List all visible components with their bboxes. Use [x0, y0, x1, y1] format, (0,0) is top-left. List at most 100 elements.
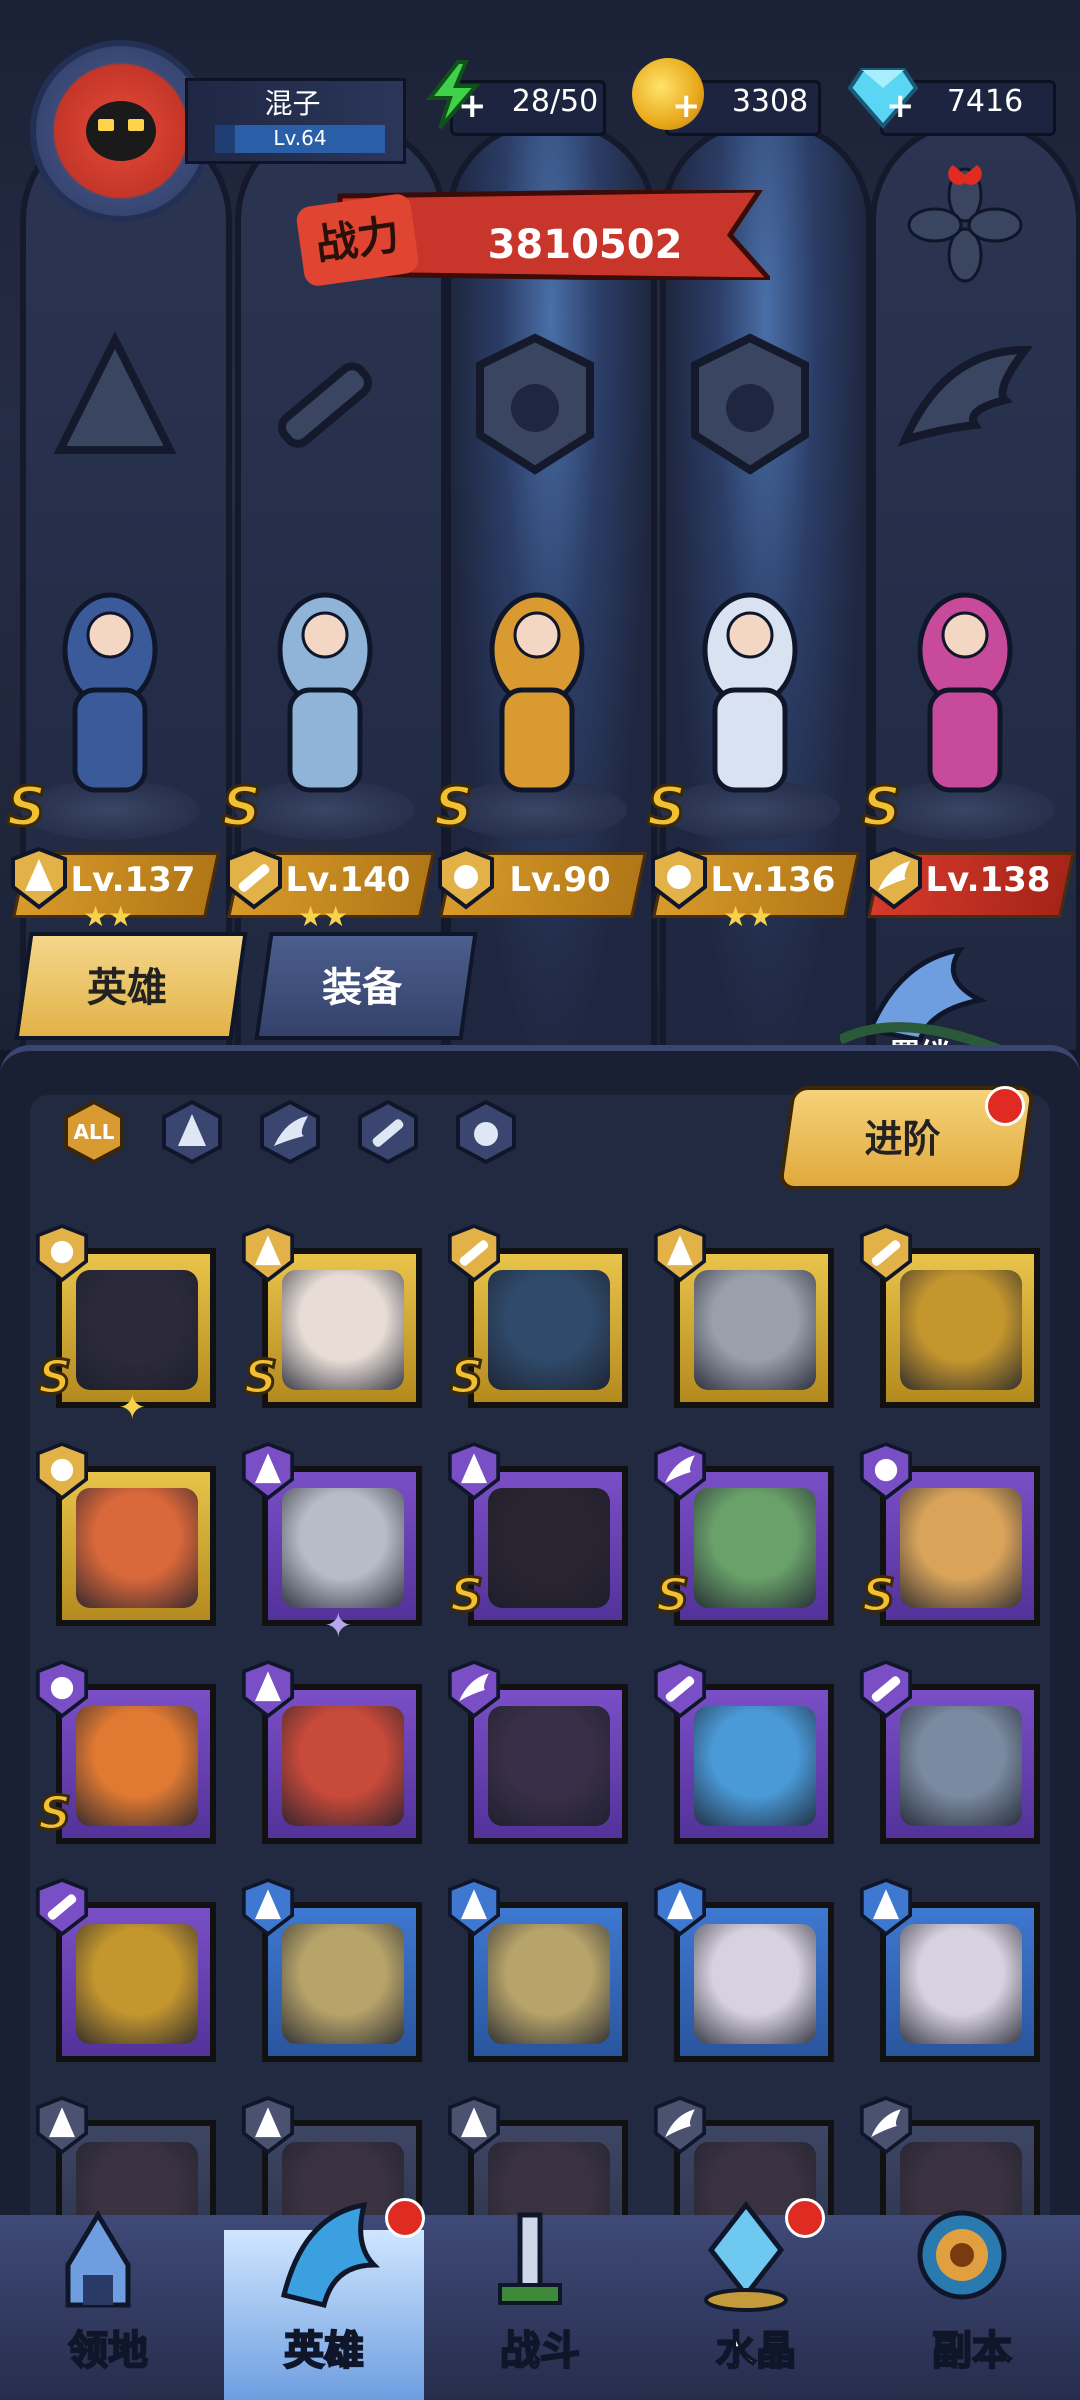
- hero-rank: S: [6, 774, 48, 840]
- hero-portrait: [488, 1924, 610, 2044]
- hero-star: ✦: [118, 1388, 147, 1428]
- gold-plus-icon[interactable]: +: [672, 86, 701, 126]
- lineup-hero-mech-spider[interactable]: [235, 540, 415, 810]
- hero-star: ✦: [324, 1606, 353, 1646]
- hero-class-beast-icon: [36, 1224, 88, 1283]
- hero-portrait: [76, 1706, 198, 1826]
- hero-level: Lv.90: [509, 860, 611, 900]
- energy-plus-icon[interactable]: +: [458, 86, 487, 126]
- hero-portrait: [282, 1488, 404, 1608]
- hero-class-mage-icon: [860, 1878, 912, 1937]
- hero-level: Lv.138: [925, 860, 1051, 900]
- hero-class-beast-icon: [36, 1660, 88, 1719]
- hero-class-beast-icon: [860, 1442, 912, 1501]
- lineup-hero-crane-lady[interactable]: [660, 540, 840, 810]
- hero-class-mage-icon: [242, 1878, 294, 1937]
- hero-class-mech-icon: [448, 1224, 500, 1283]
- nav-label: 领地: [67, 2327, 149, 2375]
- hero-class-mage-icon: [654, 1878, 706, 1937]
- hero-portrait: [282, 1270, 404, 1390]
- hero-rank: S: [36, 1785, 72, 1842]
- nav-label: 英雄: [283, 2327, 365, 2375]
- hero-portrait: [488, 1270, 610, 1390]
- gold-value: 3308: [731, 84, 809, 119]
- wing-emblem-icon: [897, 345, 1034, 447]
- power-value: 3810502: [487, 222, 683, 268]
- nav-label: 水晶: [715, 2327, 797, 2375]
- lineup-hero-cat-shaman[interactable]: [447, 540, 627, 810]
- heart-flower-icon[interactable]: [905, 165, 1025, 285]
- castle-icon: [65, 2210, 131, 2308]
- hero-class-mech-icon: [654, 1660, 706, 1719]
- filter-mage[interactable]: [160, 1099, 224, 1165]
- hero-portrait: [488, 1488, 610, 1608]
- lineup-hero-succubus[interactable]: [875, 540, 1055, 810]
- hero-class-mech-icon: [226, 845, 282, 911]
- diamond-plus-icon[interactable]: +: [886, 86, 915, 126]
- hero-portrait: [694, 1488, 816, 1608]
- hero-rank: S: [654, 1567, 690, 1624]
- hero-class-mage-icon: [448, 1442, 500, 1501]
- hero-class-mech-icon: [860, 1224, 912, 1283]
- hero-class-mage-icon: [448, 1878, 500, 1937]
- hero-class-wing-icon: [860, 2096, 912, 2155]
- filter-wing[interactable]: [258, 1099, 322, 1165]
- hero-level: Lv.136: [710, 860, 836, 900]
- filter-all[interactable]: ALL: [62, 1099, 126, 1165]
- hero-class-mage-icon: [242, 1224, 294, 1283]
- hero-stars: ★★: [723, 900, 774, 933]
- hero-portrait: [282, 1706, 404, 1826]
- hero-level: Lv.140: [285, 860, 411, 900]
- battle-sword-icon: [498, 2212, 562, 2305]
- power-label: 战力: [294, 192, 421, 288]
- hero-rank: S: [221, 774, 263, 840]
- advance-notification-dot: [985, 1086, 1025, 1126]
- hero-level: Lv.137: [70, 860, 196, 900]
- advance-label: 进阶: [864, 1117, 941, 1161]
- player-level: Lv.64: [273, 126, 327, 150]
- hero-portrait: [694, 1706, 816, 1826]
- filter-all-label: ALL: [73, 1120, 115, 1144]
- hero-class-wing-icon: [654, 2096, 706, 2155]
- hero-portrait: [76, 1924, 198, 2044]
- nav-label: 副本: [931, 2327, 1013, 2375]
- hero-rank: S: [861, 774, 903, 840]
- hero-rank: S: [448, 1567, 484, 1624]
- heroes-nav-notification-dot: [385, 2198, 425, 2238]
- mage-hat-emblem-icon: [53, 331, 177, 454]
- hero-class-mage-icon: [654, 1224, 706, 1283]
- hero-portrait: [900, 1488, 1022, 1608]
- tab-equipment-label: 装备: [322, 965, 402, 1011]
- hero-portrait: [282, 1924, 404, 2044]
- hero-rank: S: [36, 1349, 72, 1406]
- beast-claw-emblem-icon: [691, 333, 809, 475]
- hero-class-mech-icon: [860, 1660, 912, 1719]
- lineup-hero-card-magician[interactable]: [20, 540, 200, 810]
- hero-class-mage-icon: [242, 1442, 294, 1501]
- hero-portrait: [900, 1924, 1022, 2044]
- energy-value: 28/50: [511, 84, 599, 119]
- filter-beast[interactable]: [454, 1099, 518, 1165]
- hero-portrait: [694, 1924, 816, 2044]
- hero-class-mage-icon: [242, 1660, 294, 1719]
- hero-rank: S: [860, 1567, 896, 1624]
- hero-stars: ★★: [83, 900, 134, 933]
- nav-label: 战斗: [499, 2327, 581, 2375]
- hero-portrait: [900, 1270, 1022, 1390]
- hero-class-mage-icon: [242, 2096, 294, 2155]
- hero-class-mage-icon: [448, 2096, 500, 2155]
- filter-mech[interactable]: [356, 1099, 420, 1165]
- hero-class-mage-icon: [36, 2096, 88, 2155]
- hero-rank: S: [433, 774, 475, 840]
- hero-stars: ★★: [298, 900, 349, 933]
- hero-class-beast-icon: [651, 845, 707, 911]
- hero-class-mage-icon: [11, 845, 67, 911]
- hero-rank: S: [242, 1349, 278, 1406]
- diamond-value: 7416: [946, 84, 1024, 119]
- crystal-nav-notification-dot: [785, 2198, 825, 2238]
- hero-class-beast-icon: [438, 845, 494, 911]
- player-name: 混子: [264, 87, 321, 120]
- hero-class-beast-icon: [36, 1442, 88, 1501]
- hero-class-wing-icon: [654, 1442, 706, 1501]
- tab-heroes-label: 英雄: [87, 965, 167, 1011]
